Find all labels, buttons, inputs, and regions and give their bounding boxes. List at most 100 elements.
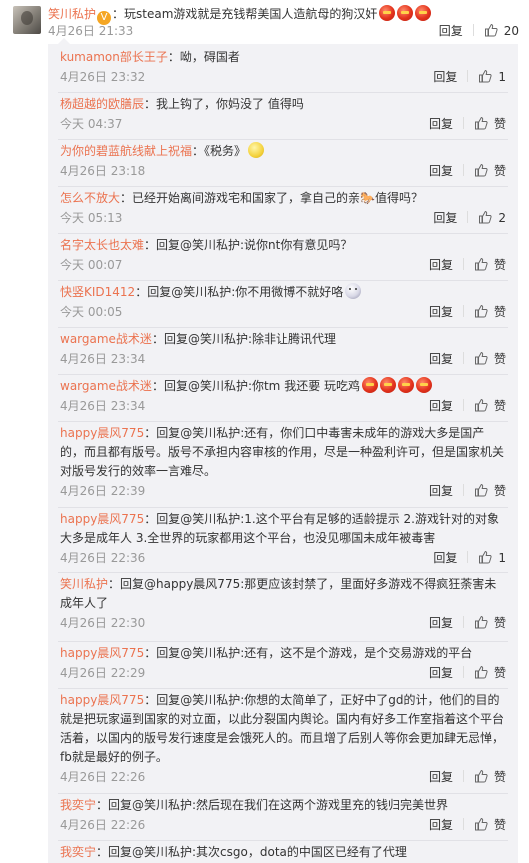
timestamp: 4月26日 23:34 [60, 352, 146, 366]
thumbs-up-icon[interactable] [474, 116, 488, 130]
username-link[interactable]: happy晨风775 [60, 646, 144, 660]
like-count[interactable]: 赞 [494, 770, 506, 784]
reply-body: ：回复@笑川私护:你tm 我还要 玩吃鸡 [151, 379, 361, 393]
like-count[interactable]: 赞 [494, 164, 506, 178]
like-count[interactable]: 1 [498, 70, 506, 84]
emoji-icon [379, 5, 396, 21]
username-link[interactable]: 我奕宁 [60, 845, 96, 859]
reply-actions: 回复 赞 [429, 769, 506, 785]
username-link[interactable]: wargame战术迷 [60, 379, 152, 393]
divider [462, 117, 464, 129]
timestamp: 4月26日 22:30 [60, 616, 146, 630]
like-count[interactable]: 赞 [494, 258, 506, 272]
thumbs-up-icon[interactable] [474, 615, 488, 629]
username-link[interactable]: kumamon部长王子 [60, 50, 168, 64]
reply-text: 名字太长也太难：回复@笑川私护:说你nt你有意见吗？ [60, 236, 505, 255]
reply-button[interactable]: 回复 [429, 398, 453, 414]
username-link[interactable]: happy晨风775 [60, 426, 144, 440]
reply-button[interactable]: 回复 [429, 665, 453, 681]
like-count[interactable]: 赞 [494, 666, 506, 680]
divider [58, 688, 508, 689]
username-link[interactable]: 名字太长也太难 [60, 238, 144, 252]
thumbs-up-icon[interactable] [478, 210, 492, 224]
divider [58, 374, 508, 375]
thumbs-up-icon[interactable] [478, 550, 492, 564]
like-count[interactable]: 赞 [494, 399, 506, 413]
thumbs-up-icon[interactable] [474, 257, 488, 271]
reply-body: ：回复@笑川私护:除非让腾讯代理 [151, 332, 336, 346]
comment-body: ：玩steam游戏就是充钱帮美国人造航母的狗汉奸 [112, 7, 378, 21]
divider [462, 770, 464, 782]
divider [467, 211, 469, 223]
like-count[interactable]: 赞 [494, 352, 506, 366]
username-link[interactable]: happy晨风775 [60, 512, 144, 526]
thumbs-up-icon[interactable] [484, 23, 498, 37]
reply-actions: 回复 赞 [429, 483, 506, 499]
reply-button[interactable]: 回复 [429, 769, 453, 785]
username-link[interactable]: 笑川私护 [60, 577, 108, 591]
reply-button[interactable]: 回复 [429, 116, 453, 132]
reply-button[interactable]: 回复 [429, 163, 453, 179]
reply-actions: 回复 赞 [429, 257, 506, 273]
like-count[interactable]: 2 [498, 211, 506, 225]
thumbs-up-icon[interactable] [474, 304, 488, 318]
reply-text: 快竖KID1412：回复@笑川私护:你不用微博不就好咯 [60, 283, 505, 302]
reply-text: happy晨风775：回复@笑川私护:还有，这不是个游戏，是个交易游戏的平台 [60, 644, 505, 663]
divider [462, 399, 464, 411]
username-link[interactable]: wargame战术迷 [60, 332, 152, 346]
reply-button[interactable]: 回复 [429, 351, 453, 367]
reply-actions: 回复 赞 [429, 665, 506, 681]
thumbs-up-icon[interactable] [474, 665, 488, 679]
divider [462, 164, 464, 176]
username-link[interactable]: 为你的碧蓝航线献上祝福 [60, 144, 192, 158]
divider [467, 70, 469, 82]
reply-button[interactable]: 回复 [429, 304, 453, 320]
emoji-icon [345, 283, 362, 299]
thumbs-up-icon[interactable] [474, 351, 488, 365]
main-comment: 笑川私护 V ：玩steam游戏就是充钱帮美国人造航母的狗汉奸 4月26日 21:3… [0, 0, 529, 48]
reply-body: ：回复@笑川私护:然后现在我们在这两个游戏里充的钱归完美世界 [96, 798, 449, 812]
thumbs-up-icon[interactable] [474, 769, 488, 783]
timestamp: 今天 00:05 [60, 305, 123, 319]
like-count[interactable]: 赞 [494, 484, 506, 498]
reply-body: ：回复@笑川私护:还有，这不是个游戏，是个交易游戏的平台 [144, 646, 473, 660]
reply-actions: 回复 1 [433, 550, 506, 566]
username-link[interactable]: 怎么不放大 [60, 191, 120, 205]
username-link[interactable]: 杨超越的欧膳辰 [60, 97, 144, 111]
timestamp: 4月26日 23:32 [60, 70, 146, 84]
avatar[interactable] [13, 6, 41, 34]
reply-text: kumamon部长王子：呦，碍国者 [60, 48, 505, 67]
divider [58, 793, 508, 794]
reply-text: happy晨风775：回复@笑川私护:1.这个平台有足够的适龄提示 2.游戏针对… [60, 510, 505, 548]
thumbs-up-icon[interactable] [478, 69, 492, 83]
timestamp: 4月26日 23:34 [60, 399, 146, 413]
thumbs-up-icon[interactable] [474, 483, 488, 497]
like-count[interactable]: 1 [498, 551, 506, 565]
emoji-icon [416, 377, 433, 393]
thumbs-up-icon[interactable] [474, 817, 488, 831]
username-link[interactable]: 快竖KID1412 [60, 285, 135, 299]
like-count[interactable]: 赞 [494, 616, 506, 630]
reply-button[interactable]: 回复 [433, 210, 457, 226]
reply-button[interactable]: 回复 [429, 483, 453, 499]
reply-button[interactable]: 回复 [429, 615, 453, 631]
reply-text: 我奕宁：回复@笑川私护:然后现在我们在这两个游戏里充的钱归完美世界 [60, 796, 505, 815]
like-count[interactable]: 20 [504, 24, 519, 38]
reply-button[interactable]: 回复 [433, 69, 457, 85]
reply-button[interactable]: 回复 [433, 550, 457, 566]
thumbs-up-icon[interactable] [474, 163, 488, 177]
username-link[interactable]: happy晨风775 [60, 693, 144, 707]
divider [58, 840, 508, 841]
reply-button[interactable]: 回复 [439, 23, 463, 39]
like-count[interactable]: 赞 [494, 818, 506, 832]
reply-body: ：已经开始离间游戏宅和国家了，拿自己的亲🐎值得吗？ [120, 191, 423, 205]
timestamp: 4月26日 21:33 [48, 24, 134, 38]
like-count[interactable]: 赞 [494, 305, 506, 319]
reply-button[interactable]: 回复 [429, 817, 453, 833]
reply-button[interactable]: 回复 [429, 257, 453, 273]
username-link[interactable]: 我奕宁 [60, 798, 96, 812]
like-count[interactable]: 赞 [494, 117, 506, 131]
thumbs-up-icon[interactable] [474, 398, 488, 412]
timestamp: 4月26日 22:29 [60, 666, 146, 680]
username-link[interactable]: 笑川私护 [48, 7, 96, 21]
